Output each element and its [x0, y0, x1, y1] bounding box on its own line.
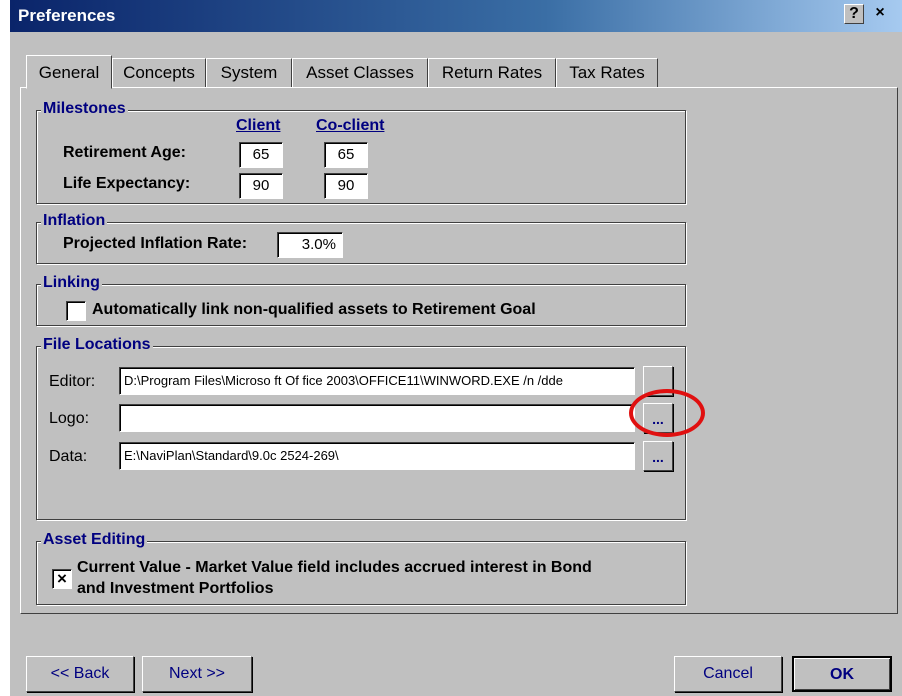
linking-legend: Linking	[41, 274, 102, 292]
tab-system[interactable]: System	[206, 58, 292, 88]
title-bar[interactable]: Preferences ? ×	[10, 0, 902, 32]
linking-group: Linking Automatically link non-qualified…	[36, 274, 686, 326]
help-button[interactable]: ?	[844, 4, 864, 24]
accrued-interest-checkbox[interactable]: ×	[52, 569, 72, 589]
file-locations-legend: File Locations	[41, 336, 153, 354]
close-button[interactable]: ×	[870, 4, 890, 24]
tab-tax-rates[interactable]: Tax Rates	[556, 58, 658, 88]
editor-browse-button[interactable]	[643, 366, 673, 396]
auto-link-label: Automatically link non-qualified assets …	[92, 301, 536, 318]
editor-label: Editor:	[49, 373, 96, 390]
inflation-rate-input[interactable]: 3.0%	[277, 232, 343, 258]
retirement-age-label: Retirement Age:	[63, 144, 186, 161]
logo-browse-button[interactable]: ...	[643, 403, 673, 433]
life-expectancy-label: Life Expectancy:	[63, 175, 191, 192]
asset-editing-group: Asset Editing × Current Value - Market V…	[36, 531, 686, 605]
editor-path-input[interactable]: D:\Program Files\Microso ft Of fice 2003…	[119, 367, 635, 395]
ok-button[interactable]: OK	[792, 656, 892, 692]
tab-concepts[interactable]: Concepts	[112, 58, 206, 88]
accrued-interest-label-line2: and Investment Portfolios	[77, 580, 274, 597]
milestones-group: Milestones Client Co-client Retirement A…	[36, 100, 686, 204]
data-browse-button[interactable]: ...	[643, 441, 673, 471]
client-column-header: Client	[236, 117, 281, 134]
auto-link-checkbox[interactable]	[66, 301, 86, 321]
coclient-column-header: Co-client	[316, 117, 385, 134]
tab-general[interactable]: General	[26, 55, 112, 89]
back-button[interactable]: << Back	[26, 656, 134, 692]
milestones-legend: Milestones	[41, 100, 128, 118]
file-locations-group: File Locations Editor: D:\Program Files\…	[36, 336, 686, 520]
retirement-age-client-input[interactable]: 65	[239, 142, 283, 168]
inflation-group: Inflation Projected Inflation Rate: 3.0%	[36, 212, 686, 264]
tab-return-rates[interactable]: Return Rates	[428, 58, 556, 88]
data-path-input[interactable]: E:\NaviPlan\Standard\9.0c 2524-269\	[119, 442, 635, 470]
asset-editing-legend: Asset Editing	[41, 531, 148, 549]
accrued-interest-label-line1: Current Value - Market Value field inclu…	[77, 559, 592, 576]
data-label: Data:	[49, 448, 88, 465]
life-expectancy-client-input[interactable]: 90	[239, 173, 283, 199]
logo-path-input[interactable]	[119, 404, 635, 432]
life-expectancy-coclient-input[interactable]: 90	[324, 173, 368, 199]
inflation-legend: Inflation	[41, 212, 108, 230]
tab-asset-classes[interactable]: Asset Classes	[292, 58, 428, 88]
cancel-button[interactable]: Cancel	[674, 656, 782, 692]
preferences-dialog: Preferences ? × General Concepts System …	[10, 0, 902, 696]
next-button[interactable]: Next >>	[142, 656, 252, 692]
logo-label: Logo:	[49, 410, 90, 427]
retirement-age-coclient-input[interactable]: 65	[324, 142, 368, 168]
dialog-title: Preferences	[18, 6, 116, 25]
inflation-rate-label: Projected Inflation Rate:	[63, 235, 248, 252]
